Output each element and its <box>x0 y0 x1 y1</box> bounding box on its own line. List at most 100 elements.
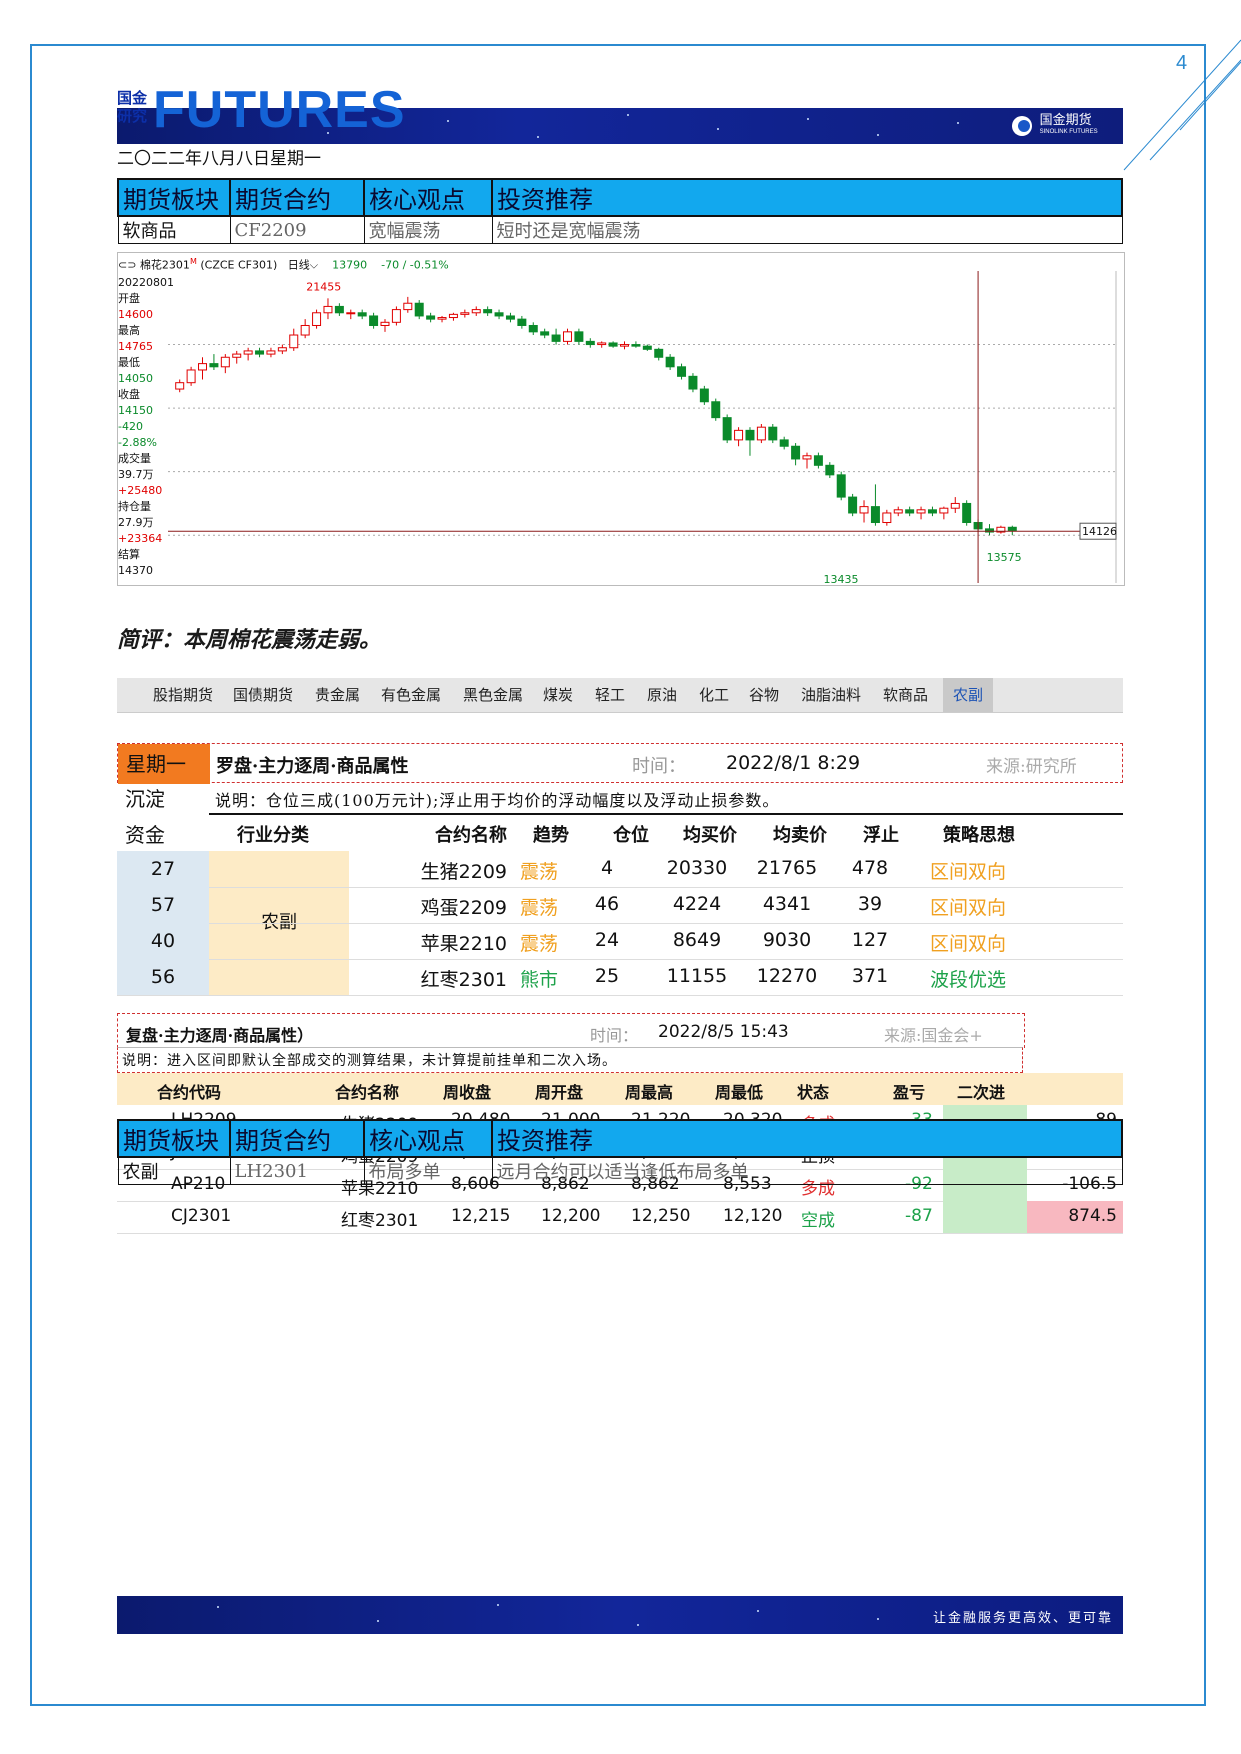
candle-body <box>642 345 652 350</box>
tab-4[interactable]: 有色金属 <box>381 678 441 712</box>
last-low-label: 13575 <box>987 551 1022 564</box>
plan-cell-cap: 40 <box>117 923 209 959</box>
tab-2[interactable]: 国债期货 <box>233 678 293 712</box>
plan-cell-pos: 46 <box>594 893 620 915</box>
candle-body <box>175 382 185 390</box>
review-cell-close: 12,215 <box>451 1206 511 1226</box>
tab-1[interactable]: 股指期货 <box>153 678 213 712</box>
candle-body <box>722 417 732 441</box>
candle-body <box>950 502 960 509</box>
plan-source: 来源:研究所 <box>986 757 1077 777</box>
plan-cell-cap: 27 <box>117 851 209 887</box>
tab-10[interactable]: 谷物 <box>749 678 779 712</box>
candle-body <box>870 506 880 524</box>
plan-cell-buy: 20330 <box>666 857 728 879</box>
candle-body <box>334 305 344 314</box>
candle-body <box>369 315 379 326</box>
weekday-label: 星期一 <box>118 744 210 784</box>
candle-body <box>916 509 926 514</box>
candle-body <box>813 455 823 466</box>
report-date: 二〇二二年八月八日星期一 <box>117 149 321 169</box>
candle-body <box>391 309 401 323</box>
opinion-table-top: 期货板块 期货合约 核心观点 投资推荐 软商品 CF2209 宽幅震荡 短时还是… <box>117 178 1123 244</box>
candle-body <box>243 350 253 355</box>
period-selector[interactable]: 日线⌵ <box>288 259 318 272</box>
candle-body <box>699 388 709 403</box>
candle-body <box>893 509 903 514</box>
candle-body <box>277 347 287 352</box>
candle-body <box>312 312 322 326</box>
tab-7[interactable]: 轻工 <box>595 678 625 712</box>
plan-cell-trend: 震荡 <box>519 933 558 955</box>
review-cell-high: 12,250 <box>631 1206 691 1226</box>
candle-body <box>962 502 972 524</box>
review-cell-open: 12,200 <box>541 1206 601 1226</box>
tab-6[interactable]: 煤炭 <box>543 678 573 712</box>
plan-title: 罗盘·主力逐周·商品属性 <box>216 756 409 777</box>
low-label: 13435 <box>824 573 859 583</box>
candle-body <box>528 324 538 333</box>
candle-body <box>745 429 755 441</box>
plan-cell-stop: 127 <box>851 929 889 951</box>
review-source: 来源:国金会+ <box>884 1026 983 1045</box>
plan-cell-trend: 震荡 <box>519 897 558 919</box>
candle-body <box>677 366 687 377</box>
candle-body <box>266 350 276 355</box>
candle-body <box>779 439 789 447</box>
tab-8[interactable]: 原油 <box>647 678 677 712</box>
review-cell-name: 红枣2301 <box>341 1211 419 1231</box>
review-cell-low: 12,120 <box>723 1206 783 1226</box>
candle-body <box>209 363 219 368</box>
candle-body <box>608 342 618 347</box>
candle-body <box>300 324 310 336</box>
candle-body <box>768 426 778 441</box>
candle-body <box>186 369 196 384</box>
candle-body <box>562 331 572 342</box>
plan-cell-name: 苹果2210 <box>420 933 507 955</box>
plan-cell-pos: 25 <box>594 965 620 987</box>
candle-body <box>597 342 607 346</box>
candle-body <box>346 312 356 315</box>
plan-time: 2022/8/1 8:29 <box>726 752 861 774</box>
corner-decoration <box>1123 39 1241 171</box>
candle-body <box>620 344 630 347</box>
tab-13[interactable]: 农副 <box>943 678 994 712</box>
review-title: 复盘·主力逐周·商品属性） <box>126 1026 314 1045</box>
candle-body <box>927 509 937 514</box>
candle-body <box>198 363 208 371</box>
tab-12[interactable]: 软商品 <box>883 678 928 712</box>
plan-cell-buy: 4224 <box>672 893 722 915</box>
candle-body <box>585 340 595 346</box>
review-cell-code: CJ2301 <box>171 1206 232 1226</box>
logo-icon <box>1012 116 1032 136</box>
opinion-table-bottom: 期货板块 期货合约 核心观点 投资推荐 农副 LH2301 布局多单 远月合约可… <box>117 1119 1123 1185</box>
candle-body <box>323 305 333 314</box>
candle-body <box>403 302 413 311</box>
tab-11[interactable]: 油脂油料 <box>801 678 861 712</box>
plan-cell-name: 红枣2301 <box>420 969 507 991</box>
plan-cell-sell: 9030 <box>762 929 812 951</box>
review-cell-status: 空成 <box>801 1211 835 1231</box>
candle-body <box>494 312 504 317</box>
plan-row: 27 生猪2209 震荡 4 20330 21765 478 区间双向 <box>117 851 1123 888</box>
candle-body <box>471 309 481 314</box>
candle-body <box>836 474 846 498</box>
review-row: CJ2301 红枣2301 12,215 12,200 12,250 12,120 空成 -8… <box>117 1201 1123 1234</box>
tab-3[interactable]: 贵金属 <box>315 678 360 712</box>
tab-5[interactable]: 黑色金属 <box>463 678 523 712</box>
tab-9[interactable]: 化工 <box>699 678 729 712</box>
candle-body <box>414 302 424 317</box>
candle-body <box>357 312 367 317</box>
candlestick-chart: ⊂⊃ 棉花2301M (CZCE CF301) 日线⌵ 13790 -70 / … <box>117 252 1125 586</box>
brand-title: FUTURES <box>153 81 406 139</box>
review-time: 2022/8/5 15:43 <box>658 1022 789 1042</box>
plan-cell-buy: 11155 <box>666 965 728 987</box>
candle-body <box>232 353 242 358</box>
candle-body <box>734 429 744 441</box>
review-cell-second: 874.5 <box>1068 1206 1117 1226</box>
plan-cell-sell: 21765 <box>756 857 818 879</box>
candle-body <box>688 375 698 390</box>
plan-cell-pos: 24 <box>594 929 620 951</box>
candle-body <box>540 331 550 336</box>
plan-cell-sell: 4341 <box>762 893 812 915</box>
